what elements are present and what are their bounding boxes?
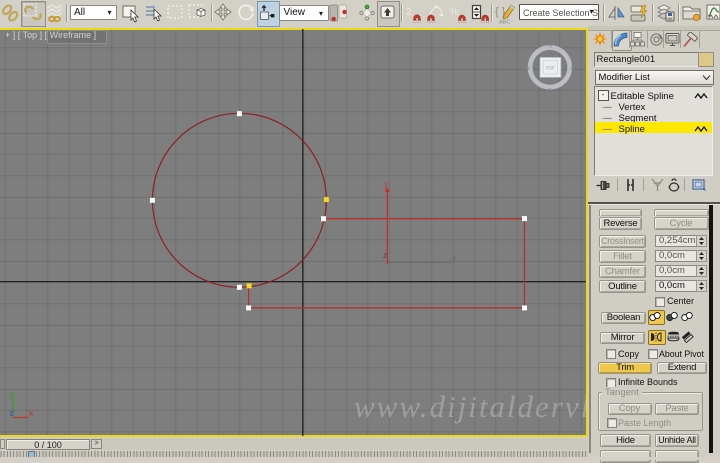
svg-text:E: E	[570, 65, 575, 72]
svg-text:W: W	[524, 65, 531, 72]
svg-text:x: x	[29, 408, 34, 418]
svg-text:y: y	[384, 180, 388, 189]
svg-text:y: y	[10, 389, 15, 399]
svg-text:ABC: ABC	[499, 20, 510, 26]
svg-text:%: %	[449, 6, 459, 18]
svg-text:S: S	[548, 88, 553, 95]
svg-text:x: x	[452, 253, 456, 262]
svg-text:z: z	[10, 408, 15, 418]
svg-text:2: 2	[406, 7, 412, 18]
svg-text:z: z	[383, 251, 387, 260]
svg-text:N: N	[548, 43, 553, 50]
svg-text:TOP: TOP	[546, 65, 555, 70]
